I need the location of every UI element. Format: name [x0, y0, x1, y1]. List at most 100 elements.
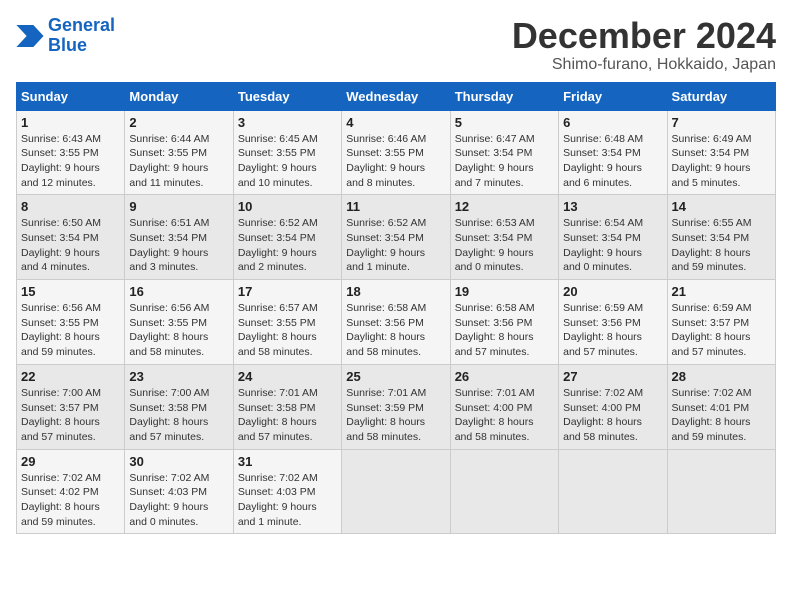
- day-number: 1: [21, 115, 120, 130]
- weekday-header-cell: Sunday: [17, 82, 125, 110]
- day-number: 26: [455, 369, 554, 384]
- day-info: Sunrise: 6:54 AM Sunset: 3:54 PM Dayligh…: [563, 216, 662, 275]
- day-number: 10: [238, 199, 337, 214]
- day-info: Sunrise: 6:43 AM Sunset: 3:55 PM Dayligh…: [21, 132, 120, 191]
- calendar-day-cell: 22 Sunrise: 7:00 AM Sunset: 3:57 PM Dayli…: [17, 364, 125, 449]
- calendar-day-cell: 20 Sunrise: 6:59 AM Sunset: 3:56 PM Dayli…: [559, 280, 667, 365]
- day-number: 22: [21, 369, 120, 384]
- empty-cell: [667, 449, 775, 534]
- day-number: 20: [563, 284, 662, 299]
- weekday-header-row: SundayMondayTuesdayWednesdayThursdayFrid…: [17, 82, 776, 110]
- day-info: Sunrise: 7:01 AM Sunset: 3:59 PM Dayligh…: [346, 386, 445, 445]
- calendar-day-cell: 26 Sunrise: 7:01 AM Sunset: 4:00 PM Dayli…: [450, 364, 558, 449]
- weekday-header-cell: Saturday: [667, 82, 775, 110]
- calendar-day-cell: 14 Sunrise: 6:55 AM Sunset: 3:54 PM Dayli…: [667, 195, 775, 280]
- day-number: 9: [129, 199, 228, 214]
- calendar-day-cell: 5 Sunrise: 6:47 AM Sunset: 3:54 PM Daylig…: [450, 110, 558, 195]
- day-info: Sunrise: 6:46 AM Sunset: 3:55 PM Dayligh…: [346, 132, 445, 191]
- day-number: 11: [346, 199, 445, 214]
- day-number: 23: [129, 369, 228, 384]
- day-number: 8: [21, 199, 120, 214]
- day-info: Sunrise: 7:00 AM Sunset: 3:57 PM Dayligh…: [21, 386, 120, 445]
- calendar-day-cell: 30 Sunrise: 7:02 AM Sunset: 4:03 PM Dayli…: [125, 449, 233, 534]
- calendar-week-row: 22 Sunrise: 7:00 AM Sunset: 3:57 PM Dayli…: [17, 364, 776, 449]
- day-info: Sunrise: 6:55 AM Sunset: 3:54 PM Dayligh…: [672, 216, 771, 275]
- day-info: Sunrise: 6:52 AM Sunset: 3:54 PM Dayligh…: [238, 216, 337, 275]
- calendar-day-cell: 19 Sunrise: 6:58 AM Sunset: 3:56 PM Dayli…: [450, 280, 558, 365]
- month-title: December 2024: [512, 16, 776, 56]
- day-info: Sunrise: 7:00 AM Sunset: 3:58 PM Dayligh…: [129, 386, 228, 445]
- page-header: General Blue December 2024 Shimo-furano,…: [16, 16, 776, 74]
- calendar-day-cell: 10 Sunrise: 6:52 AM Sunset: 3:54 PM Dayli…: [233, 195, 341, 280]
- calendar-day-cell: 24 Sunrise: 7:01 AM Sunset: 3:58 PM Dayli…: [233, 364, 341, 449]
- day-number: 5: [455, 115, 554, 130]
- day-number: 28: [672, 369, 771, 384]
- location-subtitle: Shimo-furano, Hokkaido, Japan: [512, 56, 776, 74]
- calendar-day-cell: 23 Sunrise: 7:00 AM Sunset: 3:58 PM Dayli…: [125, 364, 233, 449]
- calendar-day-cell: 21Sunrise: 6:59 AM Sunset: 3:57 PM Dayli…: [667, 280, 775, 365]
- day-number: 27: [563, 369, 662, 384]
- calendar-day-cell: 11 Sunrise: 6:52 AM Sunset: 3:54 PM Dayli…: [342, 195, 450, 280]
- calendar-day-cell: 2 Sunrise: 6:44 AM Sunset: 3:55 PM Daylig…: [125, 110, 233, 195]
- day-number: 30: [129, 454, 228, 469]
- calendar-body: 1 Sunrise: 6:43 AM Sunset: 3:55 PM Daylig…: [17, 110, 776, 534]
- day-number: 16: [129, 284, 228, 299]
- day-info: Sunrise: 6:47 AM Sunset: 3:54 PM Dayligh…: [455, 132, 554, 191]
- day-info: Sunrise: 6:59 AM Sunset: 3:56 PM Dayligh…: [563, 301, 662, 360]
- day-info: Sunrise: 7:02 AM Sunset: 4:01 PM Dayligh…: [672, 386, 771, 445]
- day-number: 3: [238, 115, 337, 130]
- calendar-day-cell: 4 Sunrise: 6:46 AM Sunset: 3:55 PM Daylig…: [342, 110, 450, 195]
- weekday-header-cell: Monday: [125, 82, 233, 110]
- day-info: Sunrise: 6:52 AM Sunset: 3:54 PM Dayligh…: [346, 216, 445, 275]
- day-number: 6: [563, 115, 662, 130]
- day-info: Sunrise: 6:59 AM Sunset: 3:57 PM Dayligh…: [672, 301, 771, 360]
- day-number: 12: [455, 199, 554, 214]
- calendar-day-cell: 18 Sunrise: 6:58 AM Sunset: 3:56 PM Dayli…: [342, 280, 450, 365]
- calendar-day-cell: 15Sunrise: 6:56 AM Sunset: 3:55 PM Dayli…: [17, 280, 125, 365]
- day-info: Sunrise: 6:58 AM Sunset: 3:56 PM Dayligh…: [346, 301, 445, 360]
- calendar-day-cell: 7Sunrise: 6:49 AM Sunset: 3:54 PM Daylig…: [667, 110, 775, 195]
- calendar-day-cell: 1 Sunrise: 6:43 AM Sunset: 3:55 PM Daylig…: [17, 110, 125, 195]
- empty-cell: [342, 449, 450, 534]
- day-info: Sunrise: 7:02 AM Sunset: 4:00 PM Dayligh…: [563, 386, 662, 445]
- day-info: Sunrise: 6:53 AM Sunset: 3:54 PM Dayligh…: [455, 216, 554, 275]
- day-info: Sunrise: 7:01 AM Sunset: 4:00 PM Dayligh…: [455, 386, 554, 445]
- calendar-day-cell: 6Sunrise: 6:48 AM Sunset: 3:54 PM Daylig…: [559, 110, 667, 195]
- empty-cell: [450, 449, 558, 534]
- weekday-header-cell: Thursday: [450, 82, 558, 110]
- day-info: Sunrise: 6:45 AM Sunset: 3:55 PM Dayligh…: [238, 132, 337, 191]
- day-info: Sunrise: 6:51 AM Sunset: 3:54 PM Dayligh…: [129, 216, 228, 275]
- day-number: 7: [672, 115, 771, 130]
- day-number: 18: [346, 284, 445, 299]
- calendar-day-cell: 29Sunrise: 7:02 AM Sunset: 4:02 PM Dayli…: [17, 449, 125, 534]
- day-number: 17: [238, 284, 337, 299]
- day-info: Sunrise: 6:56 AM Sunset: 3:55 PM Dayligh…: [129, 301, 228, 360]
- day-number: 24: [238, 369, 337, 384]
- logo-icon: [16, 25, 44, 47]
- day-number: 25: [346, 369, 445, 384]
- calendar-week-row: 8 Sunrise: 6:50 AM Sunset: 3:54 PM Daylig…: [17, 195, 776, 280]
- weekday-header-cell: Friday: [559, 82, 667, 110]
- day-info: Sunrise: 6:50 AM Sunset: 3:54 PM Dayligh…: [21, 216, 120, 275]
- day-info: Sunrise: 7:01 AM Sunset: 3:58 PM Dayligh…: [238, 386, 337, 445]
- title-area: December 2024 Shimo-furano, Hokkaido, Ja…: [512, 16, 776, 74]
- calendar-table: SundayMondayTuesdayWednesdayThursdayFrid…: [16, 82, 776, 535]
- day-info: Sunrise: 6:57 AM Sunset: 3:55 PM Dayligh…: [238, 301, 337, 360]
- day-info: Sunrise: 6:58 AM Sunset: 3:56 PM Dayligh…: [455, 301, 554, 360]
- day-number: 2: [129, 115, 228, 130]
- day-info: Sunrise: 7:02 AM Sunset: 4:03 PM Dayligh…: [129, 471, 228, 530]
- calendar-week-row: 15Sunrise: 6:56 AM Sunset: 3:55 PM Dayli…: [17, 280, 776, 365]
- calendar-week-row: 1 Sunrise: 6:43 AM Sunset: 3:55 PM Daylig…: [17, 110, 776, 195]
- day-number: 19: [455, 284, 554, 299]
- day-number: 14: [672, 199, 771, 214]
- logo: General Blue: [16, 16, 115, 56]
- day-info: Sunrise: 7:02 AM Sunset: 4:02 PM Dayligh…: [21, 471, 120, 530]
- weekday-header-cell: Wednesday: [342, 82, 450, 110]
- calendar-day-cell: 16 Sunrise: 6:56 AM Sunset: 3:55 PM Dayli…: [125, 280, 233, 365]
- day-number: 4: [346, 115, 445, 130]
- calendar-day-cell: 12 Sunrise: 6:53 AM Sunset: 3:54 PM Dayli…: [450, 195, 558, 280]
- day-info: Sunrise: 6:44 AM Sunset: 3:55 PM Dayligh…: [129, 132, 228, 191]
- logo-text: General Blue: [48, 16, 115, 56]
- calendar-day-cell: 8 Sunrise: 6:50 AM Sunset: 3:54 PM Daylig…: [17, 195, 125, 280]
- weekday-header-cell: Tuesday: [233, 82, 341, 110]
